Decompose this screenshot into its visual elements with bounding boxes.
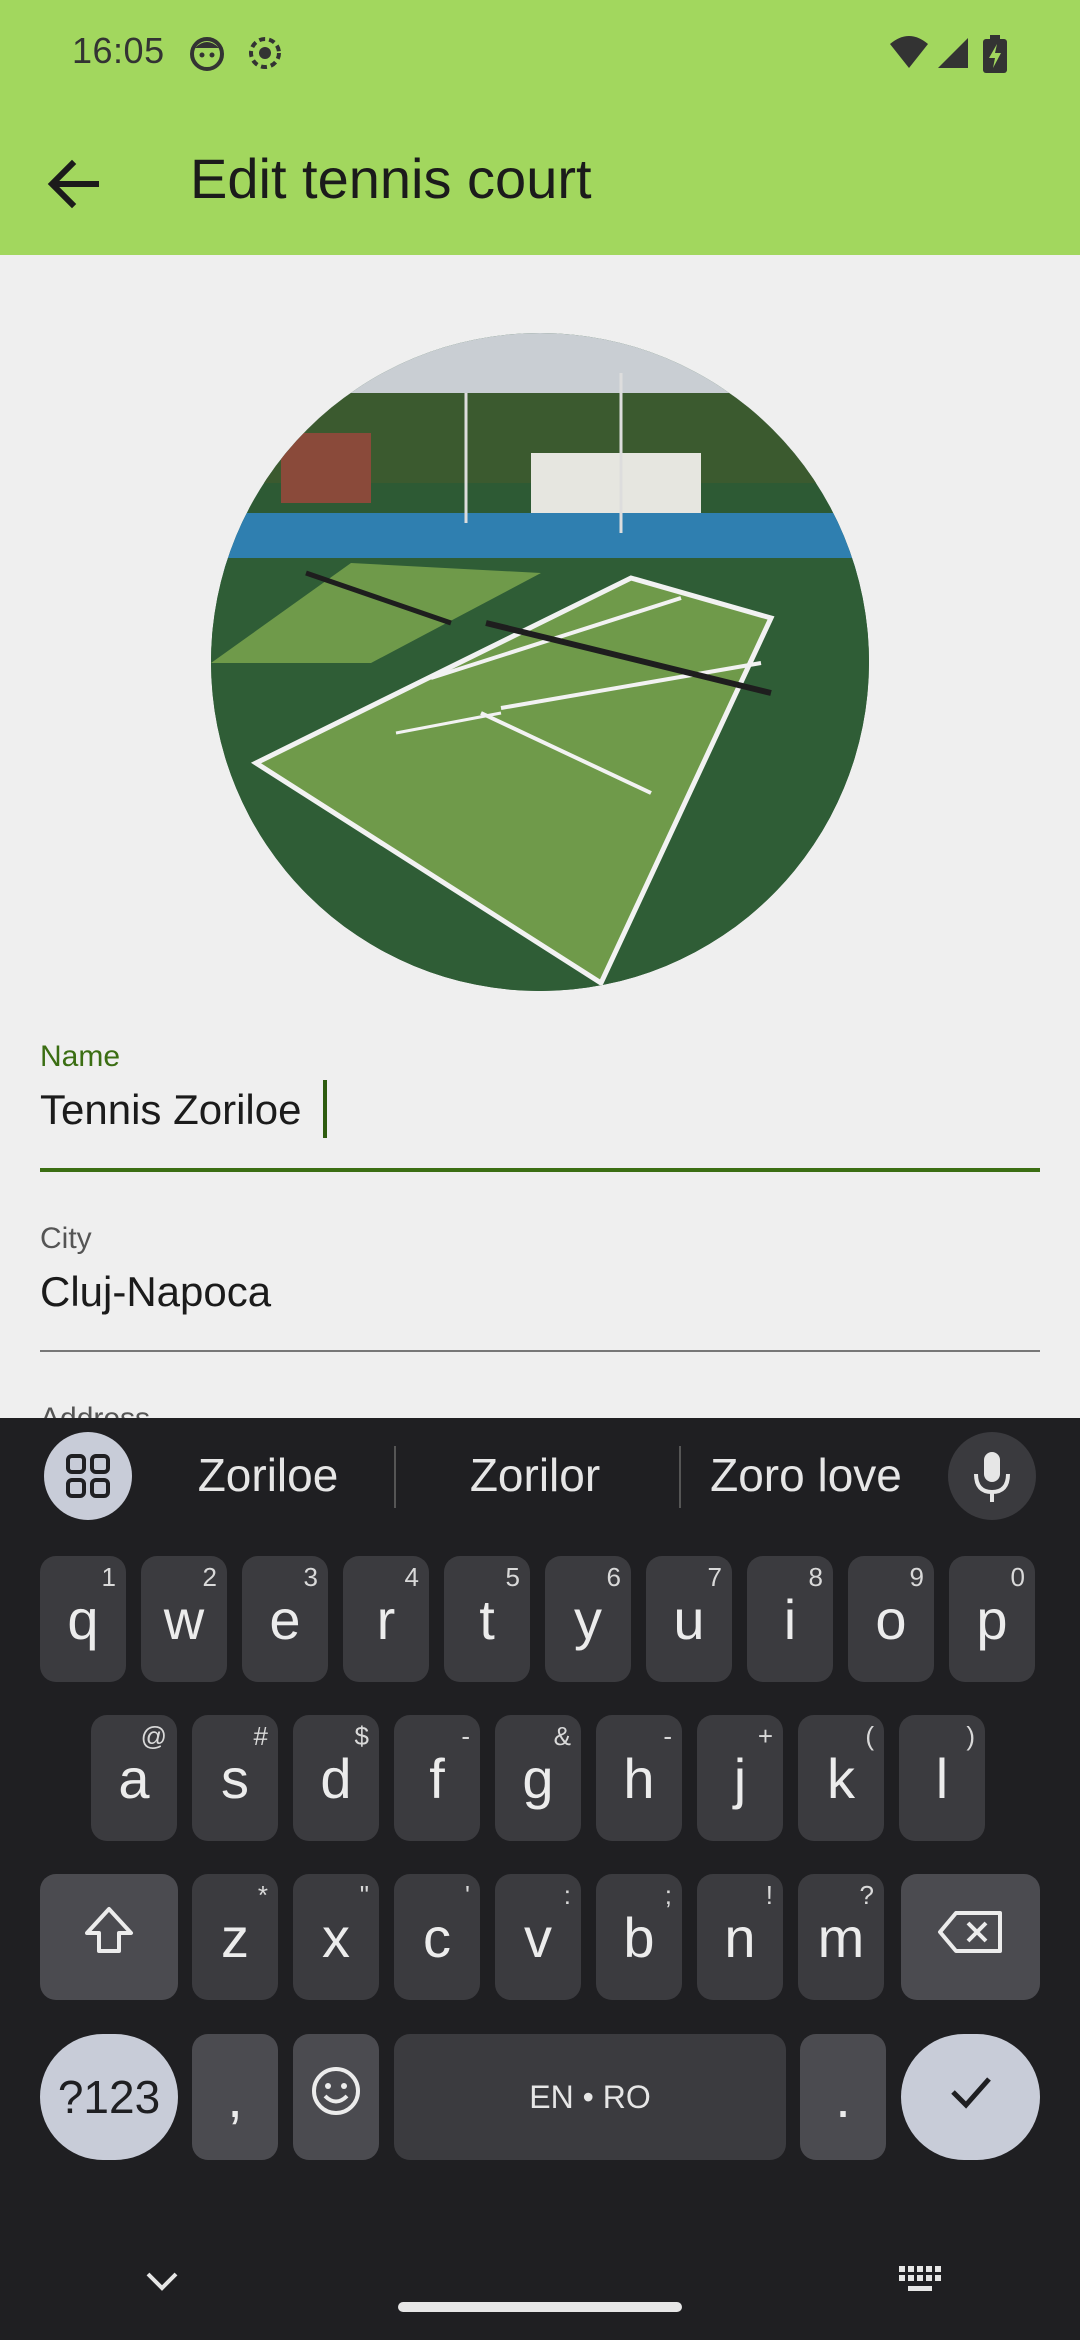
gesture-nav-handle[interactable] xyxy=(398,2302,682,2312)
soft-keyboard: Zoriloe Zorilor Zoro love q1 w2 e3 r4 t5… xyxy=(0,1418,1080,2340)
key-m[interactable]: m? xyxy=(798,1874,884,2000)
wifi-icon xyxy=(888,34,930,72)
key-i[interactable]: i8 xyxy=(747,1556,833,1682)
text-cursor xyxy=(323,1080,327,1138)
suggestion-divider xyxy=(679,1446,681,1508)
microphone-icon[interactable] xyxy=(948,1432,1036,1520)
key-a[interactable]: a @ xyxy=(91,1715,177,1841)
status-time: 16:05 xyxy=(72,30,165,71)
emoji-key[interactable] xyxy=(293,2034,379,2160)
key-y[interactable]: y6 xyxy=(545,1556,631,1682)
city-field[interactable]: Cluj-Napoca xyxy=(40,1268,271,1316)
key-w[interactable]: w2 xyxy=(141,1556,227,1682)
emoji-icon xyxy=(308,2063,364,2132)
shift-key[interactable] xyxy=(40,1874,178,2000)
city-field-underline xyxy=(40,1350,1040,1352)
page-title: Edit tennis court xyxy=(190,147,592,210)
suggestion-divider xyxy=(394,1446,396,1508)
suggestion-1[interactable]: Zoriloe xyxy=(158,1448,378,1502)
suggestion-3[interactable]: Zoro love xyxy=(696,1448,916,1502)
signal-icon xyxy=(934,34,972,72)
key-j[interactable]: j + xyxy=(697,1715,783,1841)
keyboard-switch-icon[interactable] xyxy=(895,2260,943,2300)
key-v[interactable]: v: xyxy=(495,1874,581,2000)
back-arrow-icon[interactable] xyxy=(36,146,112,222)
app-bar: 16:05 Edit tennis court xyxy=(0,0,1080,255)
key-q[interactable]: q1 xyxy=(40,1556,126,1682)
done-key[interactable] xyxy=(901,2034,1040,2160)
key-o[interactable]: o9 xyxy=(848,1556,934,1682)
backspace-icon xyxy=(936,1905,1006,1970)
key-x[interactable]: x " xyxy=(293,1874,379,2000)
key-r[interactable]: r4 xyxy=(343,1556,429,1682)
comma-key[interactable]: , xyxy=(192,2034,278,2160)
key-n[interactable]: n! xyxy=(697,1874,783,2000)
keyboard-menu-icon[interactable] xyxy=(44,1432,132,1520)
key-h[interactable]: h- xyxy=(596,1715,682,1841)
key-t[interactable]: t5 xyxy=(444,1556,530,1682)
court-photo[interactable] xyxy=(211,333,869,991)
key-u[interactable]: u7 xyxy=(646,1556,732,1682)
key-z[interactable]: z * xyxy=(192,1874,278,2000)
key-d[interactable]: d $ xyxy=(293,1715,379,1841)
shift-icon xyxy=(79,1901,139,1974)
suggestion-bar: Zoriloe Zorilor Zoro love xyxy=(0,1418,1080,1538)
face-notification-icon xyxy=(188,34,226,72)
key-b[interactable]: b; xyxy=(596,1874,682,2000)
checkmark-icon xyxy=(941,2061,1001,2134)
city-field-label: City xyxy=(40,1222,92,1255)
key-g[interactable]: g & xyxy=(495,1715,581,1841)
symbols-key[interactable]: ?123 xyxy=(40,2034,178,2160)
battery-charging-icon xyxy=(980,34,1010,73)
key-p[interactable]: p0 xyxy=(949,1556,1035,1682)
space-key[interactable]: EN • RO xyxy=(394,2034,786,2160)
key-l[interactable]: l) xyxy=(899,1715,985,1841)
period-key[interactable]: . xyxy=(800,2034,886,2160)
backspace-key[interactable] xyxy=(901,1874,1040,2000)
name-field-underline xyxy=(40,1168,1040,1172)
suggestion-2[interactable]: Zorilor xyxy=(420,1448,650,1502)
key-e[interactable]: e3 xyxy=(242,1556,328,1682)
key-f[interactable]: f- xyxy=(394,1715,480,1841)
key-k[interactable]: k( xyxy=(798,1715,884,1841)
key-c[interactable]: c ' xyxy=(394,1874,480,2000)
name-field-label: Name xyxy=(40,1040,121,1073)
screen-record-icon xyxy=(246,34,284,72)
key-s[interactable]: s # xyxy=(192,1715,278,1841)
name-field[interactable]: Tennis Zoriloe xyxy=(40,1086,301,1134)
hide-keyboard-chevron-icon[interactable] xyxy=(140,2260,184,2304)
